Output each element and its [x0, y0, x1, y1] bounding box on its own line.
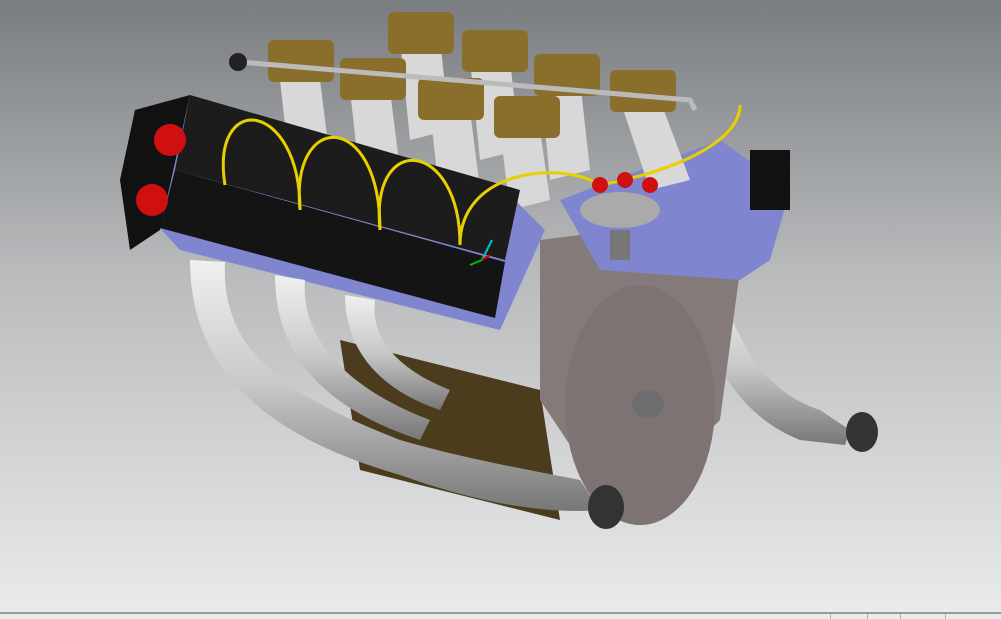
status-divider — [945, 614, 946, 619]
status-divider — [867, 614, 868, 619]
distributor-cap — [580, 192, 660, 228]
exhaust-tip — [588, 485, 624, 529]
status-divider — [830, 614, 831, 619]
status-divider — [900, 614, 901, 619]
cad-viewport[interactable] — [0, 0, 1001, 612]
engine-model[interactable] — [0, 0, 1001, 612]
fuel-rail-cap — [229, 53, 247, 71]
distributor-shaft — [610, 230, 630, 260]
cam-pulley-lower — [136, 184, 168, 216]
status-bar — [0, 612, 1001, 619]
cam-pulley-upper — [154, 124, 186, 156]
cam-cover-right-end — [750, 150, 790, 210]
crank-nose — [632, 390, 664, 418]
